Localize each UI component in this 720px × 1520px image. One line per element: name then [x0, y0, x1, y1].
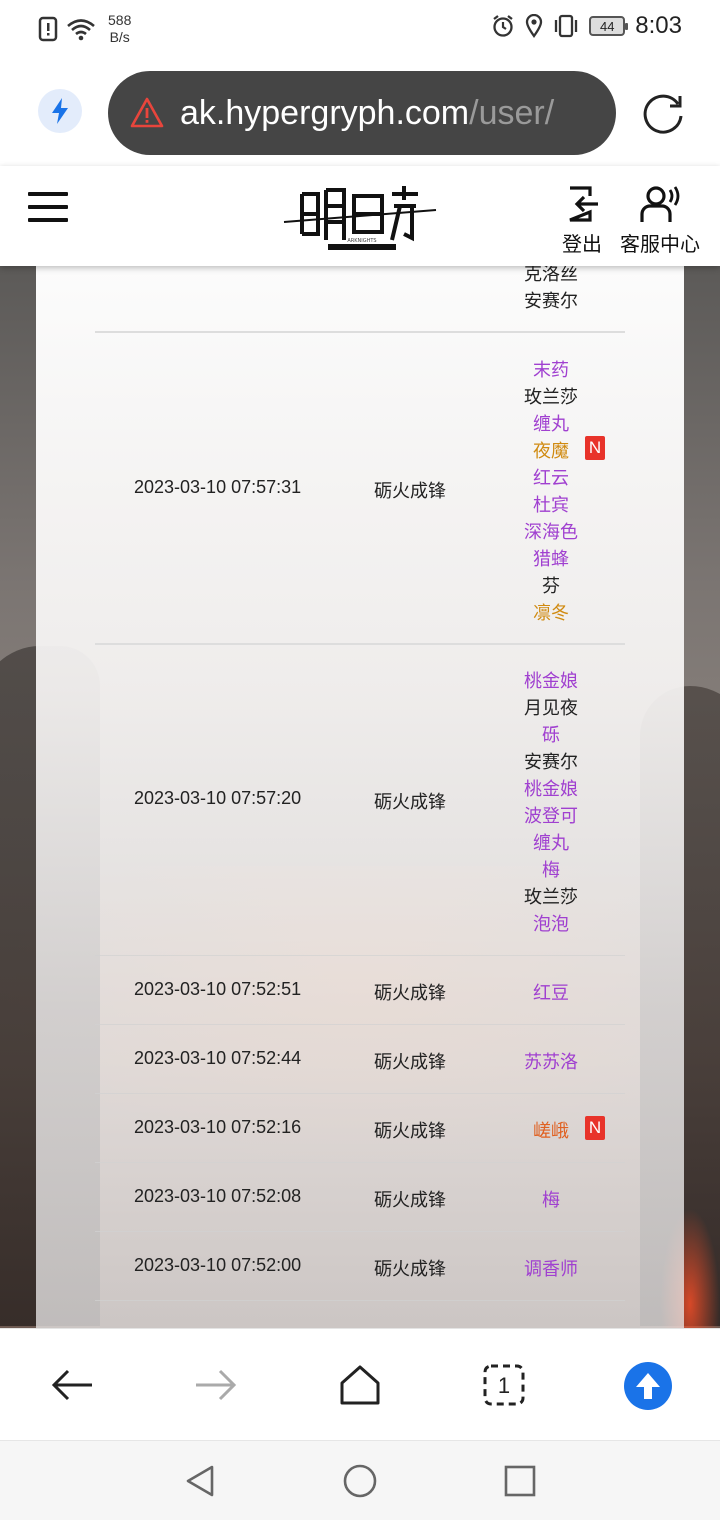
row-divider [95, 643, 625, 645]
tabs-icon: 1 [483, 1364, 525, 1406]
character-name: 玫兰莎 [524, 386, 578, 407]
arknights-logo[interactable]: ARKNIGHTS [282, 182, 438, 254]
new-badge: N [585, 1116, 605, 1140]
logout-label: 登出 [562, 234, 602, 256]
character-name: 砾 [542, 725, 560, 745]
customer-service-button[interactable]: 客服中心 [620, 184, 700, 257]
nav-recents-icon[interactable] [502, 1463, 538, 1499]
record-pool: 砺火成锋 [374, 982, 446, 1003]
arrow-up-icon [636, 1373, 660, 1399]
customer-service-icon [640, 186, 680, 222]
character-name: 猎蜂 [533, 548, 569, 569]
battery-indicator: 44 [589, 16, 629, 36]
wifi-icon [67, 19, 95, 41]
lightning-icon [52, 98, 68, 124]
site-header: ARKNIGHTS 登出 客服中心 [0, 166, 720, 266]
browser-bottom-toolbar: 1 [0, 1328, 720, 1440]
character-name: 玫兰莎 [524, 887, 578, 907]
home-button[interactable] [336, 1361, 384, 1409]
record-time: 2023-03-10 07:57:31 [134, 476, 302, 497]
character-name: 红云 [533, 467, 569, 488]
row-divider [95, 1300, 625, 1301]
record-time: 2023-03-10 07:52:51 [134, 978, 302, 999]
character-name: 缠丸 [533, 833, 569, 853]
record-pool: 砺火成锋 [374, 1051, 446, 1072]
character-name: 安赛尔 [524, 291, 578, 311]
hamburger-menu-icon[interactable] [28, 192, 68, 224]
alert-notification-icon [38, 16, 58, 42]
character-name: 桃金娘 [524, 671, 578, 691]
vibrate-icon [555, 14, 578, 38]
forward-arrow-icon [196, 1369, 237, 1401]
logout-icon [569, 186, 598, 222]
character-name: 红豆 [533, 983, 569, 1003]
status-time: 8:03 [635, 12, 682, 39]
character-name: 缠丸 [533, 413, 569, 434]
character-name: 凛冬 [533, 602, 569, 623]
home-icon [340, 1365, 380, 1405]
row-divider [95, 1024, 625, 1025]
gacha-history-table: 克洛丝 安赛尔 2023-03-10 07:57:31 砺火成锋 末药 玫兰莎 缠丸 夜魔… [36, 266, 684, 1328]
row-divider [95, 1093, 625, 1094]
character-name: 深海色 [524, 521, 578, 542]
tab-count: 1 [498, 1373, 510, 1398]
character-name: 末药 [533, 359, 569, 380]
new-badge: N [585, 435, 605, 460]
record-pool: 砺火成锋 [374, 1120, 446, 1141]
character-name: 克洛丝 [524, 266, 578, 284]
character-name: 梅 [542, 1190, 560, 1210]
character-name: 桃金娘 [524, 779, 578, 799]
location-icon [526, 14, 543, 38]
record-pool: 砺火成锋 [374, 1189, 446, 1210]
forward-button[interactable] [192, 1361, 240, 1409]
browser-address-row: ak.hypergryph.com/user/ [0, 56, 720, 166]
character-name: 杜宾 [533, 494, 569, 515]
record-time: 2023-03-10 07:52:44 [134, 1047, 302, 1068]
insecure-warning-icon [130, 97, 164, 128]
row-divider [95, 955, 625, 956]
row-divider [95, 331, 625, 333]
record-pool: 砺火成锋 [374, 792, 446, 812]
status-bar: 588 B/s 44 8:03 [0, 0, 720, 56]
system-navigation-bar [0, 1440, 720, 1520]
character-name: 梅 [542, 860, 560, 880]
character-name: 波登可 [524, 806, 578, 826]
page-content: 克洛丝 安赛尔 2023-03-10 07:57:31 砺火成锋 末药 玫兰莎 缠丸 夜魔… [0, 266, 720, 1328]
record-time: 2023-03-10 07:57:20 [134, 788, 302, 808]
speed-mode-button[interactable] [38, 89, 82, 133]
character-name: 安赛尔 [524, 752, 578, 772]
character-name: 苏苏洛 [524, 1052, 578, 1072]
character-name: 嵯峨 [533, 1121, 569, 1141]
record-pool: 砺火成锋 [374, 480, 446, 501]
record-time: 2023-03-10 07:52:08 [134, 1185, 302, 1206]
character-name: 夜魔 [533, 440, 569, 461]
record-pool: 砺火成锋 [374, 1258, 446, 1279]
refresh-icon[interactable] [640, 90, 686, 136]
row-divider [95, 1231, 625, 1232]
record-time: 2023-03-10 07:52:00 [134, 1254, 302, 1275]
character-name: 芬 [542, 575, 560, 596]
nav-back-icon[interactable] [182, 1463, 218, 1499]
scroll-top-button[interactable] [624, 1362, 672, 1410]
character-name: 月见夜 [524, 698, 578, 718]
address-bar[interactable]: ak.hypergryph.com/user/ [108, 71, 616, 155]
character-name: 泡泡 [533, 914, 569, 934]
character-name: 调香师 [524, 1259, 578, 1279]
record-time: 2023-03-10 07:52:16 [134, 1116, 302, 1137]
logout-button[interactable]: 登出 [562, 184, 602, 257]
alarm-icon [493, 15, 513, 37]
tabs-button[interactable]: 1 [480, 1361, 528, 1409]
row-divider [95, 1162, 625, 1163]
customer-service-label: 客服中心 [620, 234, 700, 256]
svg-text:ARKNIGHTS: ARKNIGHTS [347, 238, 376, 244]
back-arrow-icon [51, 1369, 92, 1401]
network-speed: 588 B/s [108, 12, 132, 45]
url-text: ak.hypergryph.com/user/ [180, 93, 555, 132]
back-button[interactable] [48, 1361, 96, 1409]
nav-home-icon[interactable] [342, 1463, 378, 1499]
